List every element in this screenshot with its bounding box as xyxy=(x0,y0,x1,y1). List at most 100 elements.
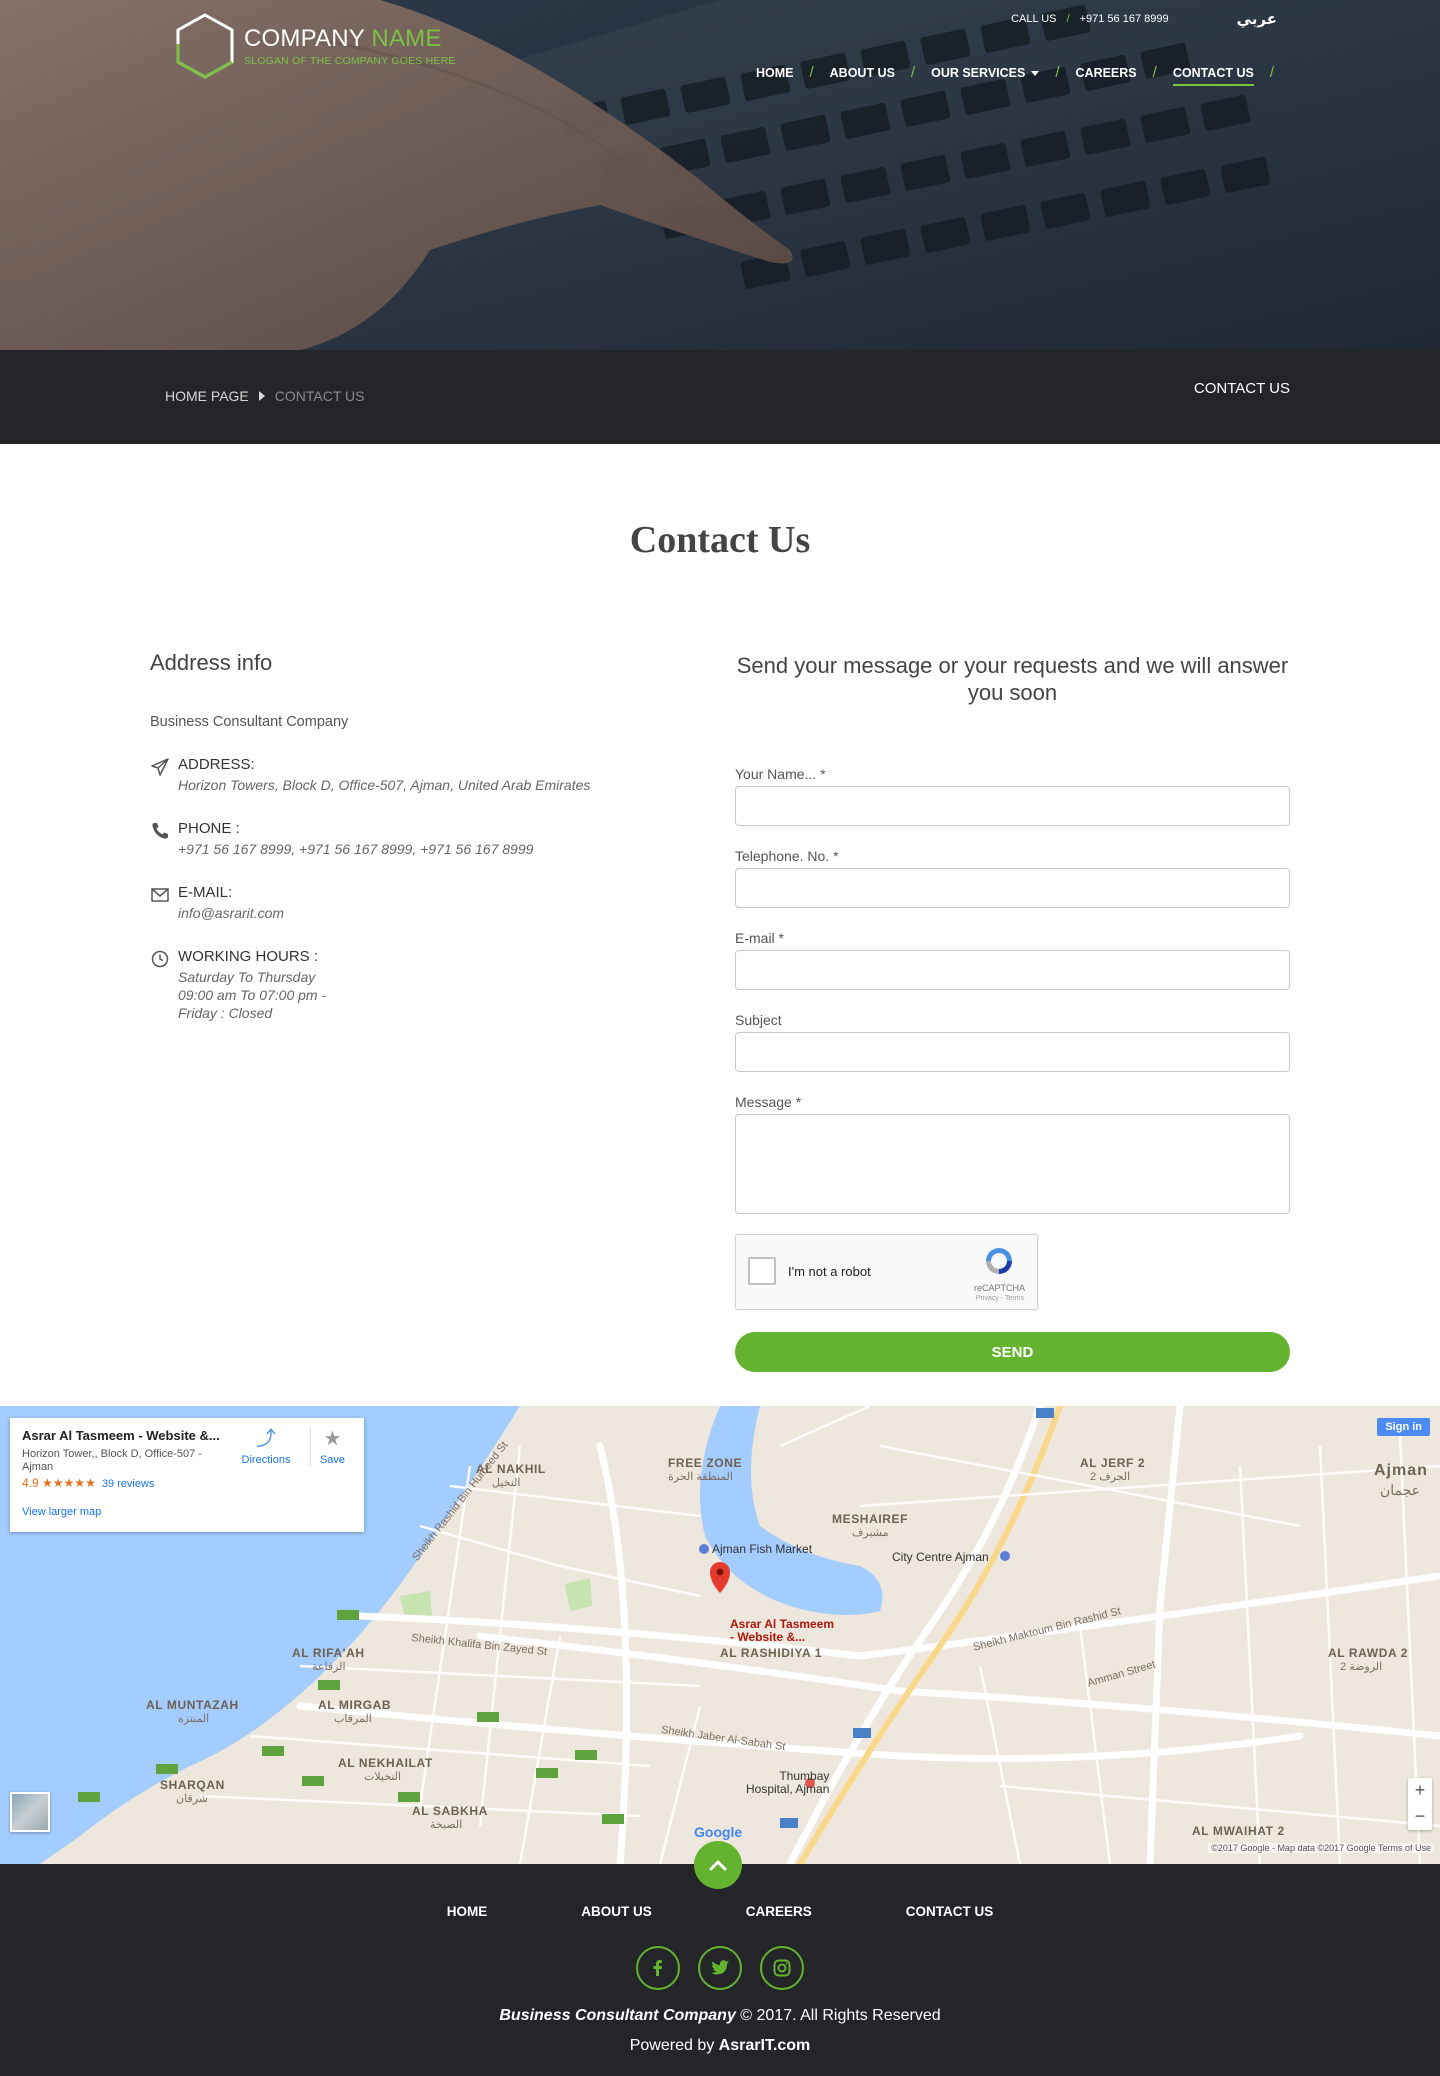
nav-contact-us[interactable]: CONTACT US xyxy=(1172,66,1254,86)
map-label-sharqan: SHARQAN xyxy=(160,1778,225,1792)
recaptcha-checkbox[interactable] xyxy=(748,1257,776,1285)
recaptcha-brand: reCAPTCHA xyxy=(973,1283,1025,1293)
telephone-input[interactable] xyxy=(735,868,1290,908)
instagram-link[interactable] xyxy=(760,1946,804,1990)
view-larger-map-link[interactable]: View larger map xyxy=(22,1506,101,1518)
map-label-al-mirgab: AL MIRGAB xyxy=(318,1698,392,1712)
breadcrumb-bar: HOME PAGE CONTACT US CONTACT US xyxy=(0,350,1440,444)
map-label-free-zone: FREE ZONE xyxy=(668,1456,743,1470)
nav-about-us[interactable]: ABOUT US xyxy=(830,66,895,86)
message-textarea[interactable] xyxy=(735,1114,1290,1214)
nav-careers[interactable]: CAREERS xyxy=(1076,66,1137,86)
twitter-icon xyxy=(711,1960,729,1975)
nav-separator: / xyxy=(910,64,916,81)
brand-name: COMPANY NAME xyxy=(244,24,442,52)
breadcrumb-page-title: CONTACT US xyxy=(1193,380,1290,397)
footer-copyright: Business Consultant Company © 2017. All … xyxy=(499,2007,941,2024)
name-input[interactable] xyxy=(735,786,1290,826)
recaptcha-label: I'm not a robot xyxy=(788,1264,871,1279)
google-map[interactable]: AL NAKHIL النخيل FREE ZONE المنطقة الحرة… xyxy=(0,1406,1440,1864)
footer-nav-careers[interactable]: CAREERS xyxy=(746,1904,812,1919)
zoom-out-button[interactable]: − xyxy=(1408,1804,1432,1830)
place-address: Horizon Tower,, Block D, Office-507 - Aj… xyxy=(22,1448,202,1473)
google-logo: Google xyxy=(694,1824,743,1840)
map-label-meshairef-ar: مشيرف xyxy=(852,1527,889,1539)
zoom-in-button[interactable]: + xyxy=(1408,1778,1432,1804)
map-label-al-nekhailat-ar: النخيلات xyxy=(364,1771,402,1783)
map-label-al-sabkha: AL SABKHA xyxy=(412,1804,488,1818)
powered-by-link[interactable]: AsrarIT.com xyxy=(719,2037,811,2054)
hexagon-logo-icon xyxy=(176,13,234,79)
address-info: Address info Business Consultant Company… xyxy=(150,650,670,1022)
save-place-button[interactable]: ★ Save xyxy=(310,1428,354,1466)
subject-input[interactable] xyxy=(735,1032,1290,1072)
facebook-link[interactable] xyxy=(636,1946,680,1990)
address-heading: Address info xyxy=(150,650,273,675)
map-label-meshairef: MESHAIREF xyxy=(832,1512,909,1526)
nav-separator: / xyxy=(1152,64,1157,81)
email-value[interactable]: info@asrarit.com xyxy=(178,904,284,922)
top-contact-bar: CALL US / +971 56 167 8999 عربي xyxy=(1011,10,1277,28)
working-hours-label: WORKING HOURS : xyxy=(178,948,319,965)
phone-row: PHONE : +971 56 167 8999, +971 56 167 89… xyxy=(150,820,670,858)
phone-value[interactable]: +971 56 167 8999, +971 56 167 8999, +971… xyxy=(178,840,533,858)
address-row: ADDRESS: Horizon Towers, Block D, Office… xyxy=(150,756,670,794)
footer-nav: HOME ABOUT US CAREERS CONTACT US xyxy=(0,1904,1440,1919)
directions-button[interactable]: ⤴ Directions xyxy=(238,1428,294,1466)
scroll-to-top-button[interactable] xyxy=(694,1841,742,1889)
caret-down-icon xyxy=(1031,70,1040,76)
name-field-group: Your Name... * xyxy=(735,766,1290,826)
brand-logo[interactable]: COMPANY NAME SLOGAN OF THE COMPANY GOES … xyxy=(174,12,456,80)
recaptcha-widget: I'm not a robot reCAPTCHA Privacy - Term… xyxy=(735,1234,1038,1310)
breadcrumb-home[interactable]: HOME PAGE xyxy=(165,388,249,404)
map-copyright[interactable]: ©2017 Google - Map data ©2017 Google Ter… xyxy=(1208,1843,1434,1853)
chevron-up-icon xyxy=(709,1860,727,1871)
nav-home[interactable]: HOME xyxy=(756,66,794,86)
map-label-al-rawda-ar: 2 الروضة xyxy=(1340,1661,1383,1673)
telephone-label: Telephone. No. * xyxy=(735,848,839,864)
breadcrumb-current: CONTACT US xyxy=(274,388,365,404)
message-field-group: Message * xyxy=(735,1094,1290,1214)
recaptcha-links[interactable]: Privacy - Terms xyxy=(976,1295,1024,1302)
working-hours-row: WORKING HOURS : Saturday To Thursday 09:… xyxy=(150,948,670,1022)
map-label-al-rifaah: AL RIFA'AH xyxy=(292,1646,365,1660)
footer-nav-home[interactable]: HOME xyxy=(447,1904,488,1919)
map-sign-in-button[interactable]: Sign in xyxy=(1377,1418,1430,1436)
nav-separator: / xyxy=(1055,64,1060,81)
caret-right-icon xyxy=(258,391,265,401)
nav-our-services[interactable]: OUR SERVICES xyxy=(931,66,1040,86)
page-title: Contact Us xyxy=(629,519,811,561)
map-label-al-muntazah-ar: المنتزه xyxy=(178,1713,210,1725)
send-button[interactable]: SEND xyxy=(735,1332,1290,1372)
map-label-al-rifaah-ar: الرفاعة xyxy=(312,1661,346,1673)
map-label-al-jerf-ar: 2 الجرف xyxy=(1090,1471,1131,1483)
footer-powered-by: Powered by AsrarIT.com xyxy=(629,2037,811,2054)
poi-city-centre-ajman[interactable]: City Centre Ajman xyxy=(892,1550,989,1564)
phone-label: PHONE : xyxy=(178,820,240,837)
name-label: Your Name... * xyxy=(735,766,826,782)
topbar-phone[interactable]: +971 56 167 8999 xyxy=(1080,13,1169,25)
footer-nav-contact-us[interactable]: CONTACT US xyxy=(906,1904,994,1919)
map-zoom-control: + − xyxy=(1408,1778,1432,1830)
place-reviews-link[interactable]: 39 reviews xyxy=(102,1478,155,1490)
footer-nav-about-us[interactable]: ABOUT US xyxy=(581,1904,652,1919)
subject-label: Subject xyxy=(735,1012,782,1028)
call-us-label: CALL US xyxy=(1011,13,1057,25)
poi-thumbay-hospital[interactable]: Thumbay Hospital, Ajman xyxy=(746,1770,829,1796)
email-input[interactable] xyxy=(735,950,1290,990)
map-label-ajman: Ajman xyxy=(1374,1462,1428,1479)
company-name: Business Consultant Company xyxy=(150,714,349,730)
message-label: Message * xyxy=(735,1094,802,1110)
satellite-toggle[interactable] xyxy=(10,1792,50,1832)
directions-icon: ⤴ xyxy=(256,1428,276,1450)
map-label-free-zone-ar: المنطقة الحرة xyxy=(668,1471,733,1483)
poi-asrar-pin-label[interactable]: Asrar Al Tasmeem - Website &... xyxy=(730,1618,834,1644)
map-label-al-muntazah: AL MUNTAZAH xyxy=(146,1698,239,1712)
email-label: E-MAIL: xyxy=(178,884,233,901)
twitter-link[interactable] xyxy=(698,1946,742,1990)
poi-ajman-fish-market[interactable]: Ajman Fish Market xyxy=(712,1542,812,1556)
nav-separator: / xyxy=(1269,64,1274,81)
map-label-ajman-ar: عجمان xyxy=(1380,1482,1421,1498)
map-label-al-sabkha-ar: الصبخة xyxy=(430,1819,463,1831)
language-switch[interactable]: عربي xyxy=(1237,10,1277,28)
